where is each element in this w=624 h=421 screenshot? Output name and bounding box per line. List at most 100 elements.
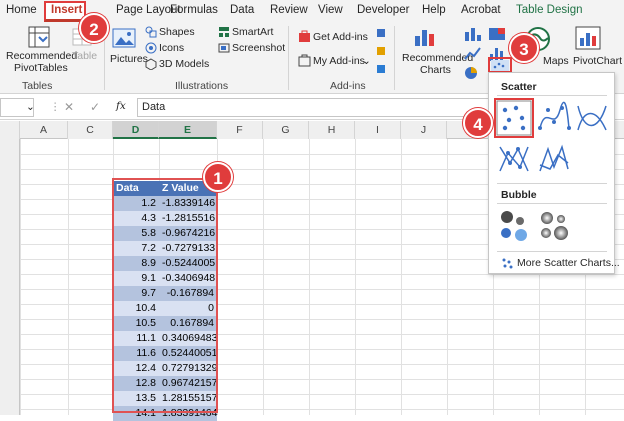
icons-icon[interactable] <box>145 42 157 54</box>
get-addins-label[interactable]: Get Add-ins <box>313 31 368 43</box>
icons-label[interactable]: Icons <box>159 42 184 54</box>
charts-label[interactable]: Charts <box>420 64 451 76</box>
tab-table-design[interactable]: Table Design <box>516 4 582 16</box>
column-header-f[interactable]: F <box>217 121 263 139</box>
column-header-h[interactable]: H <box>309 121 355 139</box>
recommended-charts-label[interactable]: Recommended <box>402 52 473 64</box>
menu-separator <box>497 251 607 252</box>
more-scatter-charts-link[interactable]: More Scatter Charts... <box>517 257 620 269</box>
pictures-label[interactable]: Pictures <box>110 53 148 65</box>
callout-3: 3 <box>509 33 539 63</box>
column-header-g[interactable]: G <box>263 121 309 139</box>
tab-formulas[interactable]: Formulas <box>170 4 218 16</box>
scatter-straight-lines-icon[interactable] <box>536 141 572 177</box>
grid-column-line <box>355 139 356 415</box>
hierarchy-chart-icon[interactable] <box>488 26 506 42</box>
get-addins-icon[interactable] <box>298 30 311 43</box>
tab-insert[interactable]: Insert <box>51 4 82 16</box>
scatter-straight-lines-markers-icon[interactable] <box>496 141 532 177</box>
tab-help[interactable]: Help <box>422 4 446 16</box>
scatter-heading: Scatter <box>501 81 537 93</box>
insert-function-icon[interactable]: fx <box>116 100 126 112</box>
grid-row-line <box>0 274 624 275</box>
my-addins-dropdown[interactable]: ⌄ <box>362 55 371 67</box>
illustrations-group-label: Illustrations <box>175 80 229 92</box>
addins-group-label: Add-ins <box>330 80 366 92</box>
smartart-label[interactable]: SmartArt <box>232 26 273 38</box>
addin-app-icons[interactable] <box>376 28 386 76</box>
row-headers <box>0 139 20 415</box>
tab-data[interactable]: Data <box>230 4 254 16</box>
tab-review[interactable]: Review <box>270 4 308 16</box>
recommended-charts-icon[interactable] <box>414 26 438 48</box>
tab-home[interactable]: Home <box>6 4 37 16</box>
3d-models-label[interactable]: 3D Models <box>159 58 209 70</box>
3d-bubble-chart-icon[interactable] <box>536 207 572 243</box>
maps-label[interactable]: Maps <box>543 55 569 67</box>
column-chart-icon[interactable] <box>464 26 482 42</box>
grid-row-line <box>0 304 624 305</box>
grid-row-line <box>0 289 624 290</box>
grid-row-line <box>0 319 624 320</box>
recommended-pivot-label[interactable]: Recommended <box>6 50 77 62</box>
data-table-highlight <box>112 178 218 413</box>
line-chart-icon[interactable] <box>464 46 482 62</box>
pivot-tables-label[interactable]: PivotTables <box>14 62 68 74</box>
column-header-a[interactable]: A <box>20 121 68 139</box>
my-addins-label[interactable]: My Add-ins <box>313 55 365 67</box>
grid-row-line <box>0 379 624 380</box>
pivotchart-icon[interactable] <box>575 26 601 50</box>
column-header-i[interactable]: I <box>355 121 401 139</box>
formula-bar-more[interactable]: ⋮ <box>50 101 61 113</box>
grid-column-line <box>309 139 310 415</box>
tab-view[interactable]: View <box>318 4 343 16</box>
my-addins-icon[interactable] <box>298 54 311 67</box>
tables-group-label: Tables <box>22 80 53 92</box>
enter-icon[interactable]: ✓ <box>90 100 100 114</box>
screenshot-icon[interactable] <box>218 42 230 54</box>
menu-separator <box>497 95 607 96</box>
grid-column-line <box>401 139 402 415</box>
grid-row-line <box>0 349 624 350</box>
bubble-heading: Bubble <box>501 189 537 201</box>
scatter-smooth-lines-markers-icon[interactable] <box>536 100 572 136</box>
grid-row-line <box>0 334 624 335</box>
grid-column-line <box>68 139 69 415</box>
column-header-d[interactable]: D <box>113 121 159 139</box>
column-header-j[interactable]: J <box>401 121 447 139</box>
grid-row-line <box>0 394 624 395</box>
scatter-smooth-lines-icon[interactable] <box>574 100 610 136</box>
3d-models-icon[interactable] <box>145 58 157 70</box>
pivot-table-icon[interactable] <box>28 26 50 48</box>
screenshot-label[interactable]: Screenshot <box>232 42 285 54</box>
group-separator <box>394 26 395 90</box>
scatter-markers-only-icon[interactable] <box>496 100 532 136</box>
select-all-corner[interactable] <box>0 121 20 139</box>
column-header-e[interactable]: E <box>159 121 217 139</box>
pie-chart-icon[interactable] <box>464 66 480 80</box>
more-scatter-charts-icon[interactable] <box>501 257 513 269</box>
group-separator <box>288 26 289 90</box>
pivotchart-label[interactable]: PivotChart <box>573 55 622 67</box>
grid-column-line <box>447 139 448 415</box>
grid-column-line <box>20 139 21 415</box>
table-label: Table <box>72 50 98 62</box>
shapes-icon[interactable] <box>145 26 157 38</box>
grid-column-line <box>263 139 264 415</box>
tab-developer[interactable]: Developer <box>357 4 409 16</box>
menu-separator <box>497 183 607 184</box>
callout-2: 2 <box>79 13 109 43</box>
formula-input[interactable]: Data <box>137 98 492 117</box>
scatter-chart-button-icon[interactable] <box>491 60 509 71</box>
name-box-dropdown[interactable]: ⌄ <box>26 101 35 113</box>
shapes-label[interactable]: Shapes <box>159 26 195 38</box>
pictures-icon[interactable] <box>112 28 136 48</box>
cancel-icon[interactable]: ✕ <box>64 100 74 114</box>
scatter-chart-menu: Scatter Bubble More Scatter Charts... <box>488 72 620 274</box>
tab-acrobat[interactable]: Acrobat <box>461 4 501 16</box>
menu-separator <box>497 203 607 204</box>
bubble-chart-icon[interactable] <box>496 207 532 243</box>
smartart-icon[interactable] <box>218 26 230 38</box>
column-header-c[interactable]: C <box>68 121 113 139</box>
grid-row-line <box>0 409 624 410</box>
